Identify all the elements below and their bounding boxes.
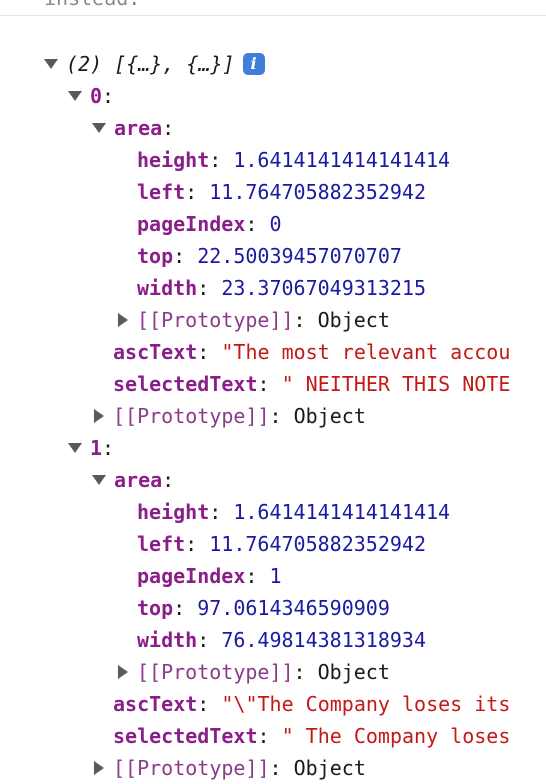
item-0-prototype-row[interactable]: [[Prototype]]: Object [0, 400, 546, 432]
expand-triangle-icon[interactable] [118, 664, 128, 679]
selectedtext-key: selectedText [113, 724, 258, 748]
width-key: width [137, 628, 198, 652]
prototype-key: [[Prototype]] [113, 404, 270, 428]
previous-message-text: instead. [44, 0, 140, 10]
asctext-key: ascText [113, 340, 198, 364]
area-key: area [114, 116, 163, 140]
expand-triangle-icon[interactable] [94, 760, 104, 775]
prototype-value: Object [317, 660, 390, 684]
item-1-area-prototype-row[interactable]: [[Prototype]]: Object [0, 656, 546, 688]
height-value: 1.6414141414141414 [233, 500, 451, 524]
top-key: top [137, 596, 174, 620]
asctext-value: "\"The Company loses its [221, 692, 511, 716]
item-0-height-row: height: 1.6414141414141414 [137, 148, 451, 172]
item-0-row[interactable]: 0: [0, 80, 546, 112]
item-0-top-row: top: 22.50039457070707 [137, 244, 402, 268]
prototype-key: [[Prototype]] [113, 756, 270, 780]
asctext-value: "The most relevant accou [221, 340, 511, 364]
item-1-height-row: height: 1.6414141414141414 [137, 500, 451, 524]
previous-console-message: instead. [0, 0, 546, 16]
item-1-area-row[interactable]: area: [0, 464, 546, 496]
array-root-row[interactable]: (2) [{…}, {…}] i [0, 48, 546, 80]
width-key: width [137, 276, 198, 300]
prototype-value: Object [293, 404, 366, 428]
pageindex-key: pageIndex [137, 564, 246, 588]
item-1-pageindex-row: pageIndex: 1 [137, 564, 282, 588]
selectedtext-value: " NEITHER THIS NOTE [281, 372, 511, 396]
top-value: 97.0614346590909 [197, 596, 390, 620]
height-key: height [137, 500, 210, 524]
expand-triangle-icon[interactable] [94, 408, 104, 423]
item-1-selectedtext-row: selectedText: " The Company loses [113, 724, 511, 748]
item-0-area-row[interactable]: area: [0, 112, 546, 144]
item-0-asctext-row: ascText: "The most relevant accou [113, 340, 511, 364]
item-1-row[interactable]: 1: [0, 432, 546, 464]
item-1-prototype-row[interactable]: [[Prototype]]: Object [0, 752, 546, 784]
left-key: left [137, 180, 186, 204]
height-value: 1.6414141414141414 [233, 148, 451, 172]
left-value: 11.764705882352942 [209, 532, 427, 556]
area-key: area [114, 468, 163, 492]
info-icon[interactable]: i [242, 52, 265, 75]
left-key: left [137, 532, 186, 556]
item-1-width-row: width: 76.49814381318934 [137, 628, 427, 652]
item-index: 0 [90, 84, 103, 108]
width-value: 23.37067049313215 [221, 276, 427, 300]
prototype-value: Object [293, 756, 366, 780]
collapse-triangle-icon[interactable] [92, 122, 106, 133]
expand-triangle-icon[interactable] [118, 312, 128, 327]
height-key: height [137, 148, 210, 172]
item-0-pageindex-row: pageIndex: 0 [137, 212, 282, 236]
item-1-top-row: top: 97.0614346590909 [137, 596, 390, 620]
selectedtext-key: selectedText [113, 372, 258, 396]
collapse-triangle-icon[interactable] [44, 58, 58, 69]
collapse-triangle-icon[interactable] [68, 442, 82, 453]
item-0-selectedtext-row: selectedText: " NEITHER THIS NOTE [113, 372, 511, 396]
top-value: 22.50039457070707 [197, 244, 402, 268]
item-0-width-row: width: 23.37067049313215 [137, 276, 427, 300]
item-1-asctext-row: ascText: "\"The Company loses its [113, 692, 511, 716]
collapse-triangle-icon[interactable] [92, 474, 106, 485]
left-value: 11.764705882352942 [209, 180, 427, 204]
pageindex-value: 0 [269, 212, 282, 236]
pageindex-value: 1 [269, 564, 282, 588]
prototype-value: Object [317, 308, 390, 332]
array-summary: (2) [{…}, {…}] [66, 52, 235, 76]
item-index: 1 [90, 436, 103, 460]
top-key: top [137, 244, 174, 268]
selectedtext-value: " The Company loses [281, 724, 511, 748]
item-1-left-row: left: 11.764705882352942 [137, 532, 427, 556]
prototype-key: [[Prototype]] [137, 660, 294, 684]
prototype-key: [[Prototype]] [137, 308, 294, 332]
item-0-area-prototype-row[interactable]: [[Prototype]]: Object [0, 304, 546, 336]
asctext-key: ascText [113, 692, 198, 716]
width-value: 76.49814381318934 [221, 628, 427, 652]
item-0-left-row: left: 11.764705882352942 [137, 180, 427, 204]
pageindex-key: pageIndex [137, 212, 246, 236]
collapse-triangle-icon[interactable] [68, 90, 82, 101]
